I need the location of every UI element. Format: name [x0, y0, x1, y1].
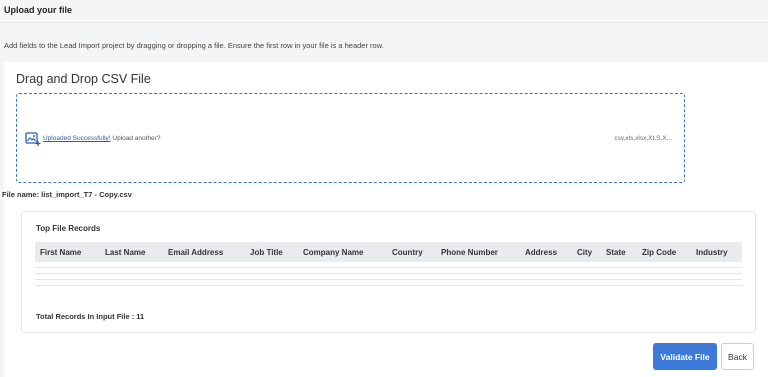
column-header: City — [577, 248, 593, 257]
column-header: Email Address — [168, 248, 224, 257]
table-row — [35, 267, 742, 268]
column-header: State — [606, 248, 626, 257]
table-row — [35, 273, 742, 274]
records-title: Top File Records — [36, 224, 101, 233]
accepted-formats: csv,xls,xlsx,XLS,X... — [614, 135, 672, 142]
back-button[interactable]: Back — [721, 343, 754, 370]
table-row — [35, 279, 742, 280]
column-header: Zip Code — [642, 248, 677, 257]
column-header: Job Title — [250, 248, 283, 257]
image-upload-icon[interactable] — [25, 131, 41, 147]
column-header: Address — [525, 248, 558, 257]
file-name-label: File name: list_import_T7 - Copy.csv — [2, 190, 132, 199]
instructions-text: Add fields to the Lead Import project by… — [4, 41, 384, 50]
upload-another-text[interactable]: Upload another? — [111, 135, 160, 142]
page-title: Upload your file — [4, 5, 73, 15]
column-header: Industry — [696, 248, 728, 257]
total-records: Total Records In Input File : 11 — [36, 312, 145, 321]
column-header: Phone Number — [441, 248, 498, 257]
upload-card: Drag and Drop CSV File Uploaded Successf… — [2, 62, 768, 377]
column-header: Company Name — [303, 248, 364, 257]
header-divider — [0, 22, 768, 23]
records-card: Top File Records First Name Last Name Em… — [21, 211, 756, 333]
column-header: Country — [392, 248, 423, 257]
records-table-header: First Name Last Name Email Address Job T… — [35, 242, 742, 262]
file-dropzone[interactable]: Uploaded Successfully! Upload another? c… — [16, 93, 685, 183]
upload-status: Uploaded Successfully! Upload another? — [43, 135, 160, 142]
upload-success-link[interactable]: Uploaded Successfully! — [43, 135, 111, 142]
table-row — [35, 285, 742, 286]
column-header: First Name — [40, 248, 82, 257]
validate-file-button[interactable]: Validate File — [653, 343, 717, 370]
dropzone-title: Drag and Drop CSV File — [16, 72, 151, 86]
column-header: Last Name — [105, 248, 146, 257]
